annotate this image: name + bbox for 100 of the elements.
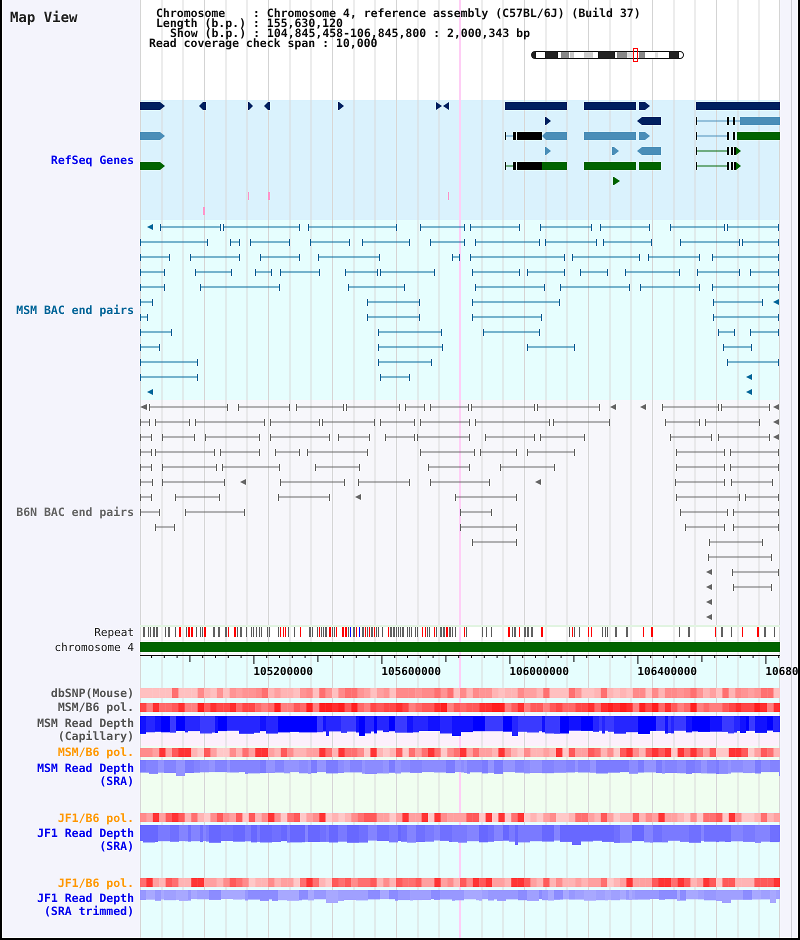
bac-end-pair (721, 404, 770, 411)
bac-end-pair (773, 299, 779, 305)
gene-feature (545, 147, 551, 155)
bac-end-pair (535, 479, 541, 485)
bac-end-pair (140, 479, 153, 486)
bac-end-pair (733, 524, 779, 531)
bac-end-pair (380, 419, 415, 426)
bac-end-pair (480, 449, 517, 456)
track-label: MSM Read Depth (SRA) (36, 762, 134, 788)
track-label: MSM BAC end pairs (16, 304, 134, 316)
bac-end-pair (430, 404, 469, 411)
bac-end-pair (140, 314, 148, 321)
bac-end-pair (250, 239, 290, 246)
bac-end-pair (275, 449, 300, 456)
bac-end-pair (420, 449, 475, 456)
bac-end-pair (155, 524, 175, 531)
bac-end-pair (378, 344, 443, 351)
bac-end-pair (732, 569, 779, 576)
bac-end-pair (222, 464, 280, 471)
bac-end-pair (162, 464, 217, 471)
map-info-line: Read coverage check span : 10,000 (149, 38, 378, 48)
bac-end-pair (140, 509, 160, 516)
track-label: RefSeq Genes (50, 154, 134, 166)
bac-end-pair (685, 524, 725, 531)
bac-end-pair (238, 404, 290, 411)
bac-end-pair (680, 509, 728, 516)
bac-end-pair (140, 464, 152, 471)
axis-label: 105200000 (253, 665, 313, 678)
bac-end-pair (648, 254, 700, 261)
gene-feature (505, 132, 567, 140)
bac-end-pair (280, 269, 320, 276)
gene-feature (639, 162, 661, 170)
track-label: dbSNP(Mouse) (50, 686, 134, 700)
bac-end-pair (773, 404, 779, 410)
bac-end-pair (742, 239, 779, 246)
bac-end-pair (355, 494, 361, 500)
bac-end-pair (310, 239, 350, 246)
bac-end-pair (676, 464, 725, 471)
bac-end-pair (385, 434, 415, 441)
gene-feature (637, 117, 661, 125)
bac-end-pair (676, 494, 740, 501)
bac-end-pair (475, 284, 545, 291)
axis-label: 106400000 (637, 665, 697, 678)
page-title: Map View (10, 10, 78, 27)
bac-end-pair (706, 569, 712, 575)
bac-end-pair (545, 239, 597, 246)
bac-end-pair (727, 359, 779, 366)
bac-end-pair (155, 419, 190, 426)
bac-end-pair (471, 404, 535, 411)
bac-end-pair (420, 224, 465, 231)
gene-feature (584, 102, 636, 110)
bac-end-pair (675, 479, 725, 486)
bac-end-pair (367, 314, 420, 321)
track-label: MSM/B6 pol. (58, 700, 134, 714)
bac-end-pair (220, 449, 260, 456)
bac-end-pair (378, 359, 432, 366)
bac-end-pair (706, 614, 712, 620)
axis-label: 105600000 (381, 665, 441, 678)
bac-end-pair (540, 224, 592, 231)
track-label: JF1/B6 pol. (58, 812, 134, 824)
track-label: MSM Read Depth (Capillary) (36, 717, 134, 743)
bac-end-pair (540, 434, 585, 441)
bac-end-pair (537, 404, 600, 411)
gene-feature (140, 102, 165, 110)
bac-end-pair (527, 449, 575, 456)
gene-feature (584, 132, 636, 140)
bac-end-pair (472, 539, 517, 546)
bac-end-pair (472, 269, 520, 276)
bac-end-pair (733, 584, 772, 591)
gene-feature (505, 162, 567, 170)
bac-end-pair (140, 269, 165, 276)
bac-end-pair (662, 404, 719, 411)
bac-end-pair (712, 254, 779, 261)
map-info-line: Show (b.p.) : 104,845,458-106,845,800 : 2,000,343 bp (170, 28, 530, 38)
feature-tick (448, 192, 449, 200)
bac-end-pair (338, 434, 370, 441)
feature-tick (268, 192, 270, 200)
bac-end-pair (640, 284, 700, 291)
bac-end-pair (195, 269, 232, 276)
bac-end-pair (483, 329, 540, 336)
bac-end-pair (455, 494, 517, 501)
bac-end-pair (378, 329, 442, 336)
bac-end-pair (527, 269, 565, 276)
bac-end-pair (475, 239, 540, 246)
bac-end-pair (140, 344, 160, 351)
bac-end-pair (348, 284, 405, 291)
region-marker (633, 48, 638, 62)
bac-end-pair (155, 449, 215, 456)
bac-end-pair (140, 329, 172, 336)
gene-feature (436, 102, 449, 110)
bac-end-pair (746, 389, 752, 395)
bac-end-pair (730, 464, 779, 471)
bac-end-pair (346, 404, 400, 411)
bac-end-pair (318, 254, 380, 261)
gene-feature (613, 177, 620, 185)
bac-end-pair (723, 344, 752, 351)
track-label: JF1 Read Depth (SRA trimmed) (36, 892, 134, 918)
bac-end-pair (230, 239, 240, 246)
bac-end-pair (278, 494, 330, 501)
bac-end-pair (560, 284, 630, 291)
